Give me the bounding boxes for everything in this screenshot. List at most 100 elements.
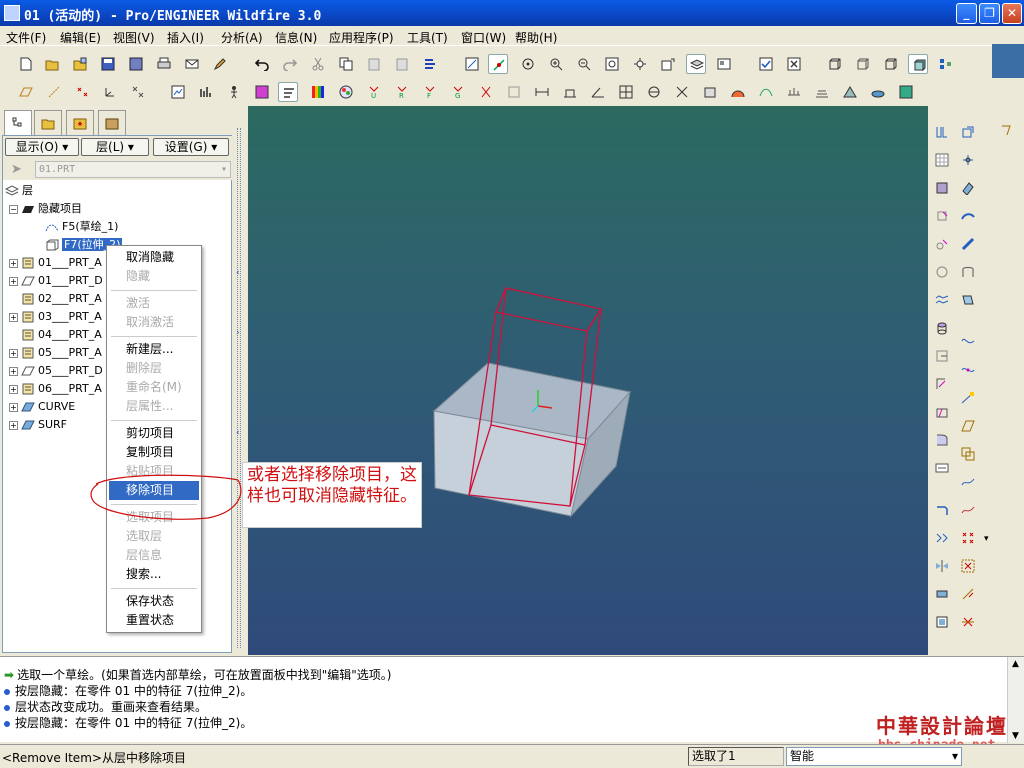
datum-curve-icon[interactable] xyxy=(958,388,978,408)
hidden-line-icon[interactable] xyxy=(852,54,872,74)
draft-analysis-icon[interactable] xyxy=(868,82,888,102)
chevron-down-icon[interactable]: ▾ xyxy=(952,748,958,765)
menu-insert[interactable]: 插入(I) xyxy=(167,29,204,46)
point-array-icon[interactable] xyxy=(958,528,978,548)
angle-icon[interactable] xyxy=(588,82,608,102)
tree-item-sketch[interactable]: F5(草绘_1) xyxy=(45,218,118,236)
menu-item-save-status[interactable]: 保存状态 xyxy=(109,592,199,611)
model-selector[interactable]: 01.PRT ▾ xyxy=(35,161,231,178)
no-hidden-icon[interactable] xyxy=(880,54,900,74)
new-file-icon[interactable] xyxy=(16,54,36,74)
measure-icon[interactable] xyxy=(504,82,524,102)
paste-special-icon[interactable] xyxy=(392,54,412,74)
open-session-icon[interactable] xyxy=(70,54,90,74)
filter-r-icon[interactable]: R xyxy=(392,82,412,102)
selection-filter[interactable]: 智能 ▾ xyxy=(786,747,962,766)
datum-plane-display-icon[interactable] xyxy=(16,82,36,102)
tab-favorites[interactable] xyxy=(66,110,94,136)
menu-view[interactable]: 视图(V) xyxy=(113,29,155,46)
panel-splitter[interactable]: ‹ › ‹ xyxy=(233,108,247,656)
close-button[interactable]: ✕ xyxy=(1002,3,1022,24)
filter-g-icon[interactable]: G xyxy=(448,82,468,102)
boundary-blend-icon[interactable] xyxy=(932,262,952,282)
refit-icon[interactable] xyxy=(602,54,622,74)
layer-menu-button[interactable]: 层(L) ▾ xyxy=(81,138,149,156)
menu-item-search[interactable]: 搜索... xyxy=(109,565,199,584)
expand-toggle[interactable]: + xyxy=(9,384,18,394)
datum-axis-display-icon[interactable] xyxy=(44,82,64,102)
curve-analysis-icon[interactable] xyxy=(756,82,776,102)
grid-measure-icon[interactable] xyxy=(616,82,636,102)
layer-row[interactable]: +06___PRT_A xyxy=(9,380,102,398)
style-tool-icon[interactable] xyxy=(958,262,978,282)
collapse-left-icon[interactable]: ‹ xyxy=(236,268,240,278)
point-offset-icon[interactable] xyxy=(958,556,978,576)
shade-analysis-icon[interactable] xyxy=(840,82,860,102)
menu-file[interactable]: 文件(F) xyxy=(6,29,46,46)
variable-sweep-icon[interactable] xyxy=(958,234,978,254)
sketch-tool-icon[interactable] xyxy=(168,82,188,102)
datum-display-icon[interactable] xyxy=(936,54,956,74)
menu-edit[interactable]: 编辑(E) xyxy=(60,29,101,46)
layer-row[interactable]: +05___PRT_A xyxy=(9,344,102,362)
menu-item-unhide[interactable]: 取消隐藏 xyxy=(109,248,199,267)
edge-chamfer-icon[interactable] xyxy=(958,500,978,520)
hole-tool-icon[interactable] xyxy=(932,318,952,338)
minimize-button[interactable]: _ xyxy=(956,3,977,24)
csys-display-icon[interactable] xyxy=(100,82,120,102)
expand-toggle[interactable]: + xyxy=(9,312,18,322)
tab-connections[interactable] xyxy=(98,110,126,136)
layer-row[interactable]: +01___PRT_A xyxy=(9,254,102,272)
close-window-icon[interactable] xyxy=(784,54,804,74)
dropdown-arrow-icon[interactable]: ▾ xyxy=(984,534,989,544)
diameter-icon[interactable] xyxy=(644,82,664,102)
plot-icon[interactable] xyxy=(196,82,216,102)
collapse-toggle[interactable]: − xyxy=(9,204,18,214)
round-tool-icon[interactable] xyxy=(932,430,952,450)
open-folder-icon[interactable] xyxy=(42,54,62,74)
redo-icon[interactable] xyxy=(280,54,300,74)
sweep-tool-icon[interactable] xyxy=(958,206,978,226)
field-point-icon[interactable] xyxy=(958,584,978,604)
csys-tool-icon[interactable] xyxy=(958,150,978,170)
wireframe-icon[interactable] xyxy=(824,54,844,74)
expand-toggle[interactable]: + xyxy=(9,276,18,286)
layer-row[interactable]: +03___PRT_A xyxy=(9,308,102,326)
datum-axis-tool-icon[interactable] xyxy=(958,122,978,142)
menu-applications[interactable]: 应用程序(P) xyxy=(329,29,394,46)
maximize-button[interactable]: ❐ xyxy=(979,3,1000,24)
filter-clear-icon[interactable] xyxy=(476,82,496,102)
layer-row[interactable]: +05___PRT_D xyxy=(9,362,103,380)
menu-info[interactable]: 信息(N) xyxy=(275,29,317,46)
tab-folder-browser[interactable] xyxy=(34,110,62,136)
check-model-icon[interactable] xyxy=(756,54,776,74)
layer-row[interactable]: +01___PRT_D xyxy=(9,272,103,290)
intersect-tool-icon[interactable] xyxy=(958,612,978,632)
zoom-out-icon[interactable] xyxy=(574,54,594,74)
mirror-tool-icon[interactable] xyxy=(932,556,952,576)
sketch-plane-icon[interactable] xyxy=(932,178,952,198)
hidden-items-group[interactable]: − 隐藏项目 xyxy=(9,200,82,218)
spin-center-icon[interactable] xyxy=(488,54,508,74)
merge-tool-icon[interactable] xyxy=(932,584,952,604)
datum-point-display-icon[interactable] xyxy=(72,82,92,102)
expand-toggle[interactable]: + xyxy=(9,366,18,376)
menu-item-reset-status[interactable]: 重置状态 xyxy=(109,611,199,630)
orient-mode-icon[interactable] xyxy=(518,54,538,74)
blend-tool-icon[interactable] xyxy=(932,234,952,254)
filter-f-icon[interactable]: F xyxy=(420,82,440,102)
annotation-display-icon[interactable] xyxy=(128,82,148,102)
transform-icon[interactable] xyxy=(672,82,692,102)
rib-tool-icon[interactable] xyxy=(932,374,952,394)
offset-analysis-icon[interactable] xyxy=(812,82,832,102)
regenerate-icon[interactable] xyxy=(420,54,440,74)
spline-tool-icon[interactable] xyxy=(958,472,978,492)
datum-plane-offset-icon[interactable] xyxy=(958,416,978,436)
saved-views-icon[interactable] xyxy=(658,54,678,74)
menu-item-copy-item[interactable]: 复制项目 xyxy=(109,443,199,462)
tree-root[interactable]: 层 xyxy=(5,182,33,200)
pattern-tool-icon[interactable] xyxy=(932,528,952,548)
settings-menu-button[interactable]: 设置(G) ▾ xyxy=(153,138,229,156)
filter-u-icon[interactable]: U xyxy=(364,82,384,102)
copy-icon[interactable] xyxy=(336,54,356,74)
